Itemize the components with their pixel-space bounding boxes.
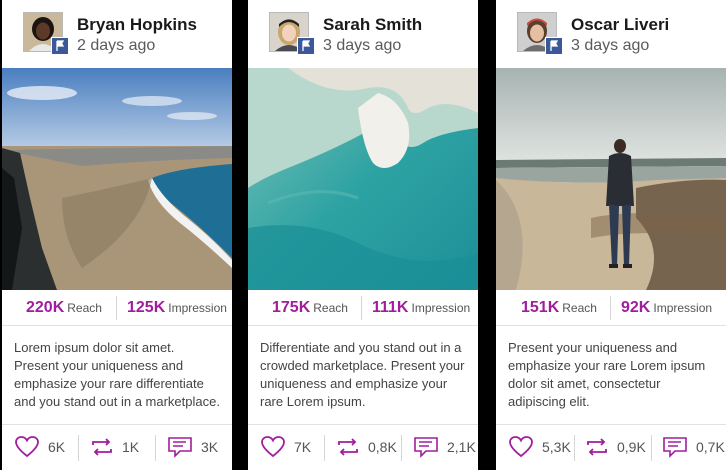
comment-icon: [414, 437, 438, 458]
repeat-icon: [587, 438, 607, 456]
post-time: 2 days ago: [77, 37, 156, 54]
stats-bar: 175K Reach 111K Impression: [248, 290, 478, 326]
author-name[interactable]: Sarah Smith: [323, 15, 422, 35]
impression-label: Impression: [411, 301, 471, 315]
share-count: 0,9K: [617, 439, 646, 455]
impression-stat: 111K Impression: [372, 299, 470, 317]
post-card: Bryan Hopkins 2 days ago 220K Reach 125K…: [2, 0, 232, 470]
repeat-icon: [338, 438, 358, 456]
like-button[interactable]: 7K: [260, 433, 311, 461]
divider: [651, 435, 652, 461]
like-button[interactable]: 5,3K: [508, 433, 571, 461]
action-bar: 7K 0,8K 2,1K: [248, 424, 478, 470]
post-image[interactable]: [2, 68, 232, 290]
post-description: Lorem ipsum dolor sit amet. Present your…: [14, 340, 220, 409]
card-header: Bryan Hopkins 2 days ago: [2, 0, 232, 68]
post-image[interactable]: [248, 68, 478, 290]
share-count: 1K: [122, 439, 140, 455]
post-description: Differentiate and you stand out in a cro…: [260, 340, 465, 409]
heart-icon: [15, 436, 39, 458]
divider: [324, 435, 325, 461]
divider: [78, 435, 79, 461]
reach-label: Reach: [562, 301, 597, 315]
stats-bar: 220K Reach 125K Impression: [2, 290, 232, 326]
author-name[interactable]: Oscar Liveri: [571, 15, 669, 35]
impression-stat: 125K Impression: [127, 299, 227, 317]
stats-bar: 151K Reach 92K Impression: [496, 290, 726, 326]
reach-value: 220K: [26, 299, 65, 316]
like-count: 7K: [294, 439, 312, 455]
post-card: Oscar Liveri 3 days ago 151K Reach 92K I…: [496, 0, 726, 470]
repeat-icon: [92, 438, 112, 456]
heart-icon: [509, 436, 533, 458]
share-button[interactable]: 0,8K: [336, 433, 397, 461]
share-button[interactable]: 0,9K: [585, 433, 646, 461]
comment-icon: [663, 437, 687, 458]
comment-button[interactable]: 2,1K: [413, 433, 476, 461]
comment-icon: [168, 437, 192, 458]
share-button[interactable]: 1K: [90, 433, 139, 461]
flag-icon: [545, 37, 563, 55]
action-bar: 6K 1K 3K: [2, 424, 232, 470]
comment-button[interactable]: 3K: [167, 433, 218, 461]
divider: [401, 435, 402, 461]
reach-value: 151K: [521, 299, 560, 316]
flag-icon: [297, 37, 315, 55]
impression-value: 125K: [127, 299, 166, 316]
reach-label: Reach: [67, 301, 102, 315]
comment-count: 0,7K: [696, 439, 725, 455]
impression-stat: 92K Impression: [621, 299, 712, 317]
reach-label: Reach: [313, 301, 348, 315]
post-time: 3 days ago: [323, 37, 402, 54]
divider: [610, 296, 611, 320]
divider: [574, 435, 575, 461]
author-name[interactable]: Bryan Hopkins: [77, 15, 197, 35]
impression-label: Impression: [653, 301, 713, 315]
comment-count: 3K: [201, 439, 219, 455]
divider: [116, 296, 117, 320]
heart-icon: [261, 436, 285, 458]
post-image[interactable]: [496, 68, 726, 290]
divider: [361, 296, 362, 320]
share-count: 0,8K: [368, 439, 397, 455]
impression-label: Impression: [168, 301, 227, 315]
reach-stat: 175K Reach: [272, 299, 348, 317]
reach-stat: 151K Reach: [521, 299, 597, 317]
divider: [155, 435, 156, 461]
card-header: Sarah Smith 3 days ago: [248, 0, 478, 68]
post-time: 3 days ago: [571, 37, 650, 54]
like-button[interactable]: 6K: [14, 433, 65, 461]
impression-value: 92K: [621, 299, 651, 316]
post-description: Present your uniqueness and emphasize yo…: [508, 340, 706, 409]
impression-value: 111K: [372, 299, 409, 316]
comment-count: 2,1K: [447, 439, 476, 455]
reach-value: 175K: [272, 299, 311, 316]
card-header: Oscar Liveri 3 days ago: [496, 0, 726, 68]
like-count: 5,3K: [542, 439, 571, 455]
flag-icon: [51, 37, 69, 55]
post-card: Sarah Smith 3 days ago 175K Reach 111K Imp…: [248, 0, 478, 470]
action-bar: 5,3K 0,9K 0,7K: [496, 424, 726, 470]
reach-stat: 220K Reach: [26, 299, 102, 317]
like-count: 6K: [48, 439, 66, 455]
comment-button[interactable]: 0,7K: [662, 433, 725, 461]
